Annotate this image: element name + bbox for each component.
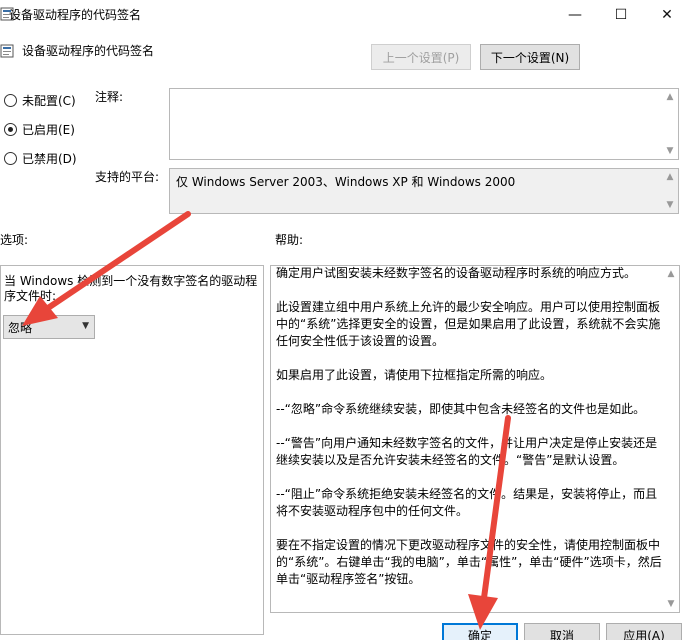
cancel-label: 取消 bbox=[549, 628, 574, 640]
title-bar: 设备驱动程序的代码签名 — ☐ ✕ bbox=[0, 0, 686, 30]
radio-enabled-label: 已启用(E) bbox=[22, 123, 75, 137]
platform-label: 支持的平台: bbox=[95, 170, 160, 184]
help-paragraph: --“阻止”命令系统拒绝安装未经签名的文件。结果是，安装将停止，而且将不安装驱动… bbox=[276, 487, 658, 518]
apply-label: 应用(A) bbox=[623, 628, 665, 640]
maximize-icon: ☐ bbox=[614, 7, 628, 23]
minimize-button[interactable]: — bbox=[552, 0, 598, 30]
radio-disabled[interactable]: 已禁用(D) bbox=[4, 150, 77, 167]
apply-button[interactable]: 应用(A) bbox=[606, 623, 682, 640]
help-paragraph: --“警告”向用户通知未经数字签名的文件，并让用户决定是停止安装还是继续安装以及… bbox=[276, 436, 658, 467]
platform-value: 仅 Windows Server 2003、Windows XP 和 Windo… bbox=[176, 175, 516, 189]
help-paragraph: 要在不指定设置的情况下更改驱动程序文件的安全性，请使用控制面板中的“系统”。右键… bbox=[276, 538, 662, 586]
ok-label: 确定 bbox=[467, 628, 492, 640]
radio-enabled[interactable]: 已启用(E) bbox=[4, 121, 75, 138]
ok-button[interactable]: 确定 bbox=[442, 623, 518, 640]
scroll-down-icon: ▼ bbox=[666, 200, 674, 210]
options-section-label: 选项: bbox=[0, 233, 29, 247]
close-icon: ✕ bbox=[661, 7, 673, 23]
next-setting-button[interactable]: 下一个设置(N) bbox=[480, 44, 580, 70]
help-text: 确定用户试图安装未经数字签名的设备驱动程序时系统的响应方式。 此设置建立组中用户… bbox=[276, 265, 666, 605]
radio-enabled-dot bbox=[4, 123, 17, 136]
platform-scrollbar[interactable]: ▲ ▼ bbox=[662, 169, 678, 213]
options-prompt: 当 Windows 检测到一个没有数字签名的驱动程序文件时: bbox=[4, 274, 258, 303]
comment-label: 注释: bbox=[95, 90, 124, 104]
radio-disabled-dot bbox=[4, 152, 17, 165]
previous-setting-button[interactable]: 上一个设置(P) bbox=[371, 44, 471, 70]
policy-setting-icon bbox=[0, 44, 14, 58]
help-paragraph: 此设置建立组中用户系统上允许的最少安全响应。用户可以使用控制面板中的“系统”选择… bbox=[276, 300, 661, 348]
next-setting-label: 下一个设置(N) bbox=[490, 50, 570, 65]
help-paragraph: --“忽略”命令系统继续安装，即使其中包含未经签名的文件也是如此。 bbox=[276, 402, 646, 416]
radio-disabled-label: 已禁用(D) bbox=[22, 152, 77, 166]
driver-response-value: 忽略 bbox=[8, 320, 33, 335]
platform-box: 仅 Windows Server 2003、Windows XP 和 Windo… bbox=[169, 168, 679, 214]
setting-title: 设备驱动程序的代码签名 bbox=[22, 44, 155, 58]
driver-response-select[interactable]: 忽略 ▼ bbox=[3, 315, 95, 339]
help-paragraph: 如果启用了此设置，请使用下拉框指定所需的响应。 bbox=[276, 368, 553, 382]
comment-textarea[interactable]: ▲ ▼ bbox=[169, 88, 679, 160]
radio-not-configured-label: 未配置(C) bbox=[22, 94, 76, 108]
minimize-icon: — bbox=[568, 7, 582, 23]
chevron-down-icon: ▼ bbox=[82, 321, 89, 331]
scroll-up-icon: ▲ bbox=[666, 172, 674, 182]
scroll-up-icon: ▲ bbox=[667, 269, 675, 279]
radio-not-configured-dot bbox=[4, 94, 17, 107]
previous-setting-label: 上一个设置(P) bbox=[382, 50, 460, 65]
window-title: 设备驱动程序的代码签名 bbox=[9, 8, 142, 22]
maximize-button[interactable]: ☐ bbox=[598, 0, 644, 30]
scroll-up-icon: ▲ bbox=[666, 92, 674, 102]
help-paragraph: 确定用户试图安装未经数字签名的设备驱动程序时系统的响应方式。 bbox=[276, 266, 637, 280]
scroll-down-icon: ▼ bbox=[666, 146, 674, 156]
cancel-button[interactable]: 取消 bbox=[524, 623, 600, 640]
radio-not-configured[interactable]: 未配置(C) bbox=[4, 92, 76, 109]
help-section-label: 帮助: bbox=[275, 233, 304, 247]
scroll-down-icon: ▼ bbox=[667, 599, 675, 609]
comment-scrollbar[interactable]: ▲ ▼ bbox=[662, 89, 678, 159]
close-button[interactable]: ✕ bbox=[644, 0, 686, 30]
